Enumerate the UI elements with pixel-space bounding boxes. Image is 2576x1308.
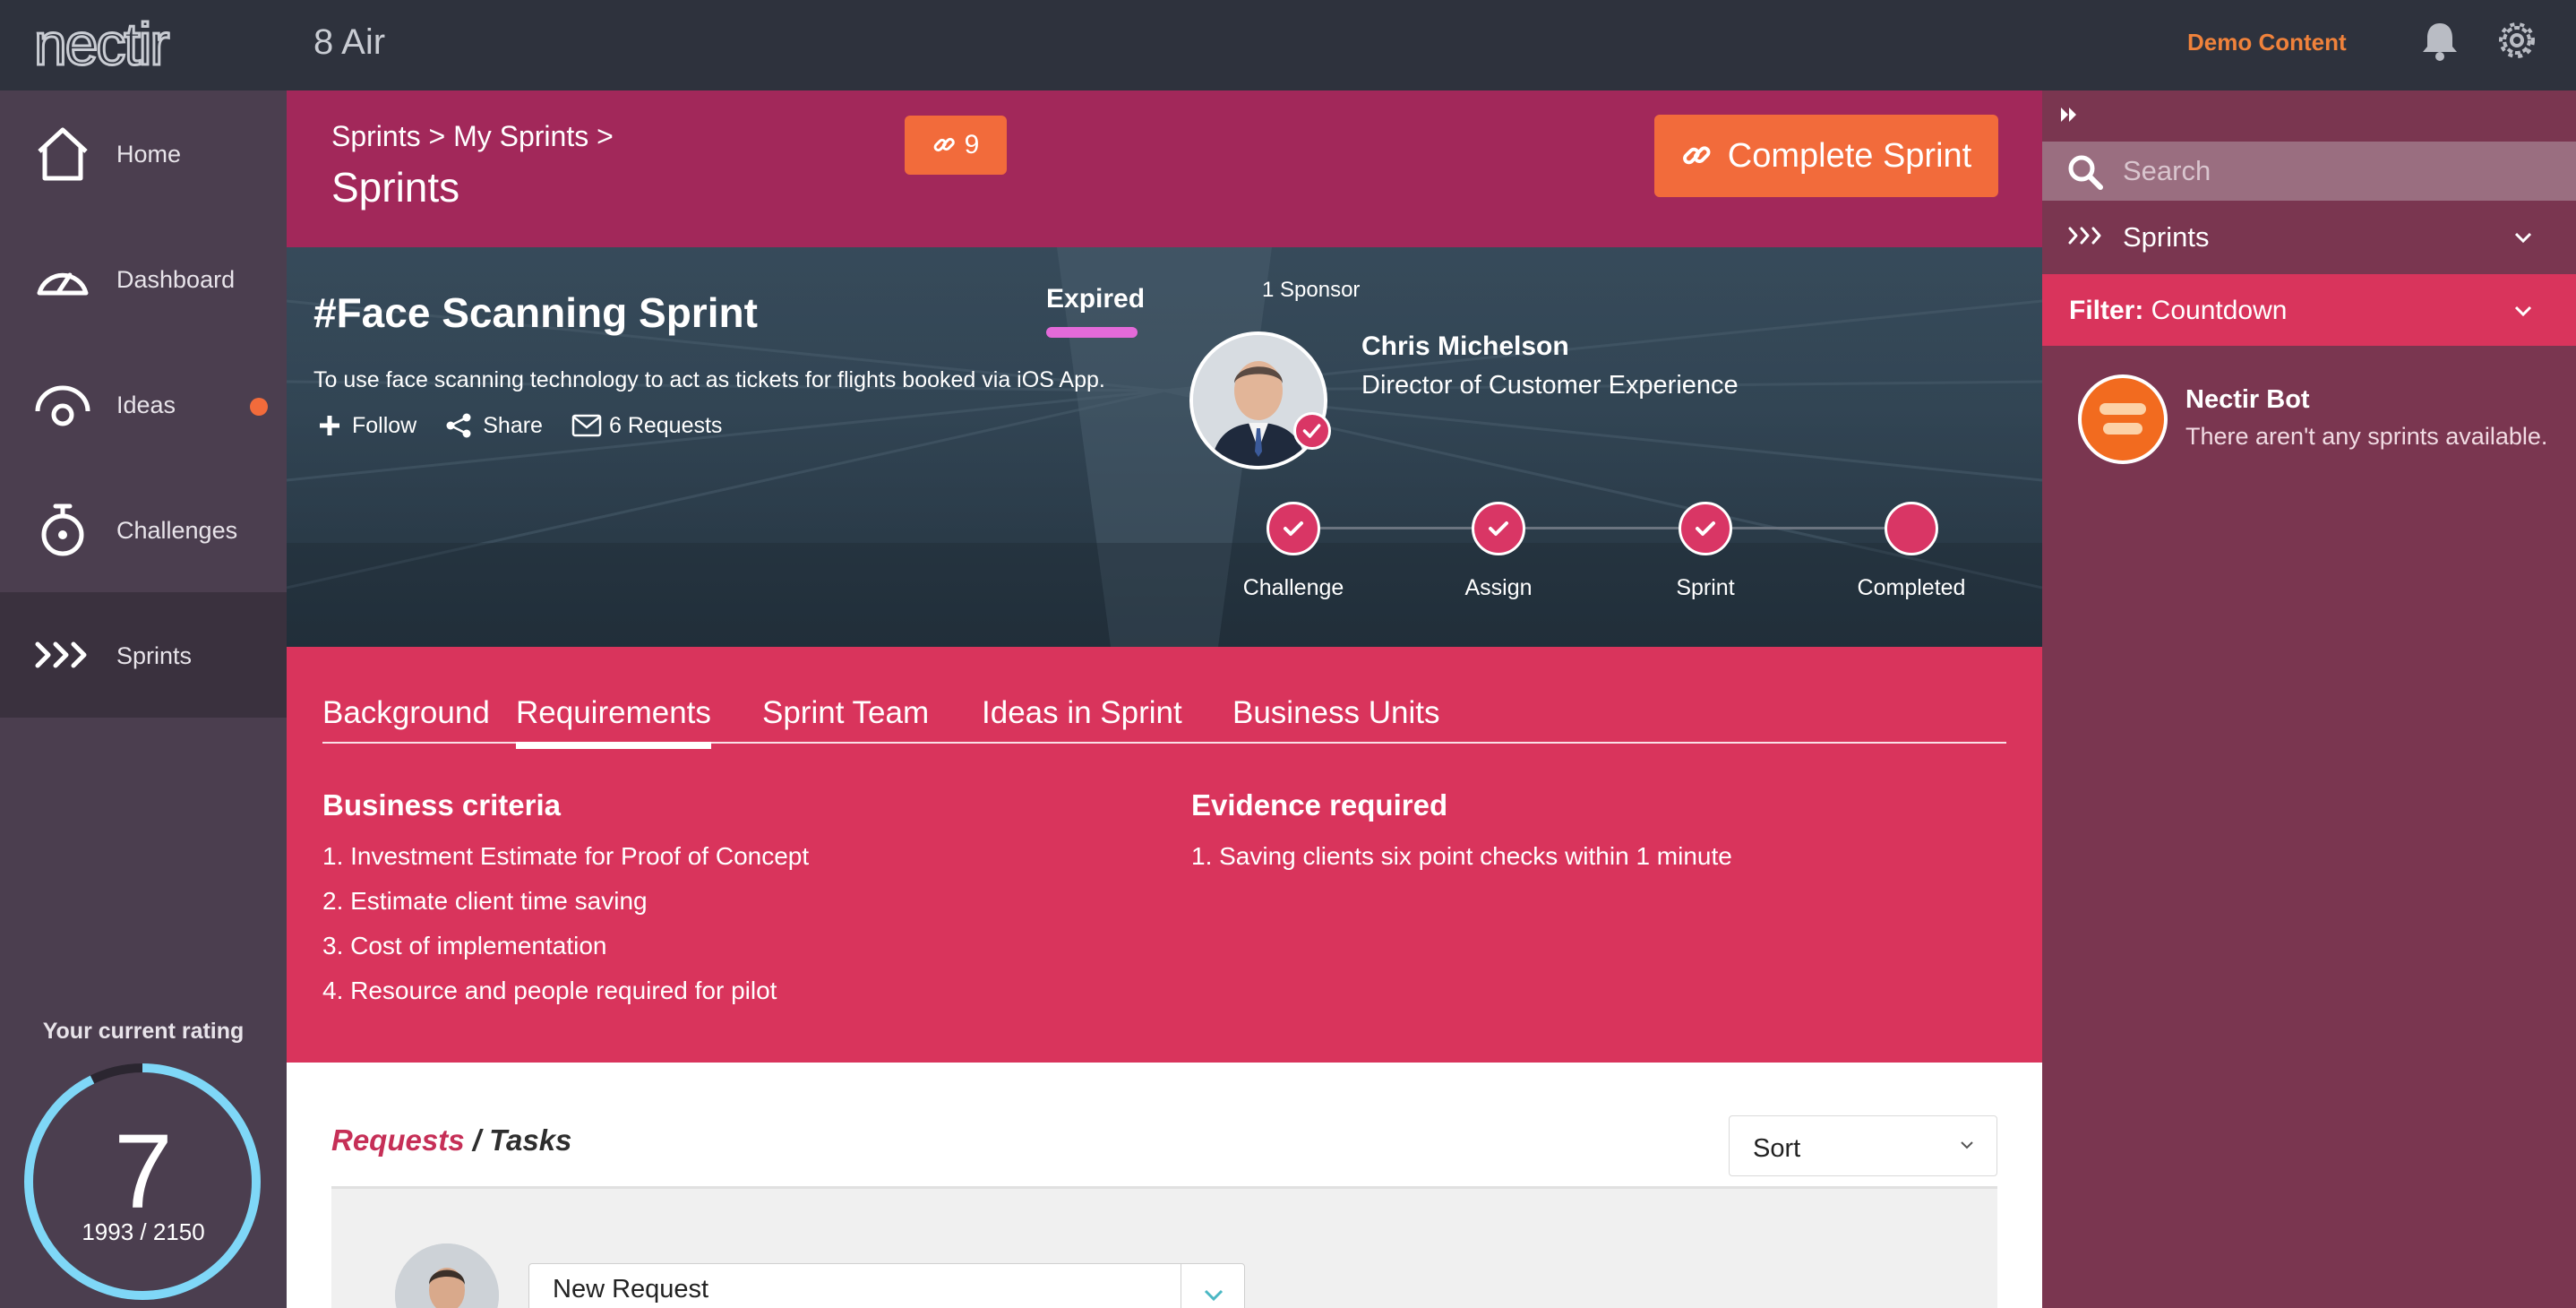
sprint-actions: Follow Share 6 Requests: [318, 412, 751, 439]
status-badge: Expired: [1046, 284, 1146, 314]
requests-tasks-title: Requests / Tasks: [331, 1123, 571, 1157]
filter-value: Countdown: [2143, 296, 2288, 325]
rating-label: Your current rating: [42, 1019, 245, 1044]
nav-label: Challenges: [116, 517, 238, 544]
nav-item-sprints[interactable]: Sprints: [0, 592, 287, 718]
links-count: 9: [964, 130, 980, 159]
rating-points: 1993 / 2150: [82, 1218, 205, 1245]
share-button[interactable]: Share: [445, 412, 543, 439]
sponsor-name[interactable]: Chris Michelson: [1361, 331, 1569, 362]
business-criteria-item: 3. Cost of implementation: [322, 932, 607, 959]
right-panel: [2042, 90, 2576, 1308]
envelope-icon: [571, 414, 602, 437]
step-sprint-circle: [1679, 502, 1732, 555]
evidence-required-title: Evidence required: [1191, 788, 1448, 822]
step-label: Assign: [1464, 575, 1533, 600]
share-label: Share: [483, 412, 543, 438]
home-icon: [38, 127, 88, 181]
sprints-icon: [35, 641, 87, 668]
bell-icon[interactable]: [2418, 18, 2461, 63]
filter-label: Filter: Countdown: [2069, 296, 2287, 326]
nav-item-dashboard[interactable]: Dashboard: [0, 216, 287, 341]
sprints-section-label: Sprints: [2123, 221, 2210, 253]
tab-business-units[interactable]: Business Units: [1232, 695, 1439, 744]
complete-sprint-label: Complete Sprint: [1727, 136, 1972, 175]
chevron-down-icon: [1961, 1141, 1973, 1149]
breadcrumb[interactable]: Sprints > My Sprints >: [331, 120, 614, 153]
nectir-logo[interactable]: nectir: [34, 13, 195, 77]
sprint-title: #Face Scanning Sprint: [313, 289, 758, 336]
check-icon: [1284, 521, 1303, 536]
nav-item-ideas[interactable]: Ideas: [0, 341, 287, 467]
step-label: Sprint: [1676, 575, 1735, 600]
tab-sprint-team[interactable]: Sprint Team: [762, 695, 929, 744]
sprint-tabs: Background Requirements Sprint Team Idea…: [322, 695, 2006, 749]
step-label: Completed: [1857, 575, 1966, 600]
business-criteria-title: Business criteria: [322, 788, 561, 822]
top-bar: nectir 8 Air Demo Content: [0, 0, 2576, 90]
page-title: Sprints: [331, 164, 460, 211]
rating-value: 7: [114, 1113, 173, 1231]
chevron-down-icon[interactable]: [2513, 305, 2533, 319]
search-icon: [2068, 155, 2103, 190]
status-bar: [1046, 327, 1138, 338]
requests-label: 6 Requests: [608, 412, 723, 438]
nav-label: Sprints: [116, 642, 193, 669]
tab-requirements[interactable]: Requirements: [516, 695, 711, 749]
sprints-icon: [2068, 227, 2101, 245]
business-criteria-item: 1. Investment Estimate for Proof of Conc…: [322, 842, 810, 870]
stopwatch-icon: [41, 503, 84, 556]
link-icon: [933, 137, 955, 152]
step-label: Challenge: [1242, 575, 1344, 600]
requests-button[interactable]: 6 Requests: [571, 413, 722, 439]
requests-title[interactable]: Requests: [331, 1123, 465, 1157]
nav-label: Home: [116, 141, 182, 168]
svg-text:nectir: nectir: [34, 13, 168, 77]
plus-icon: [320, 416, 339, 435]
sponsor-role: Director of Customer Experience: [1361, 371, 1739, 400]
sort-dropdown[interactable]: Sort: [1729, 1115, 1997, 1176]
notification-dot: [250, 398, 268, 416]
gauge-icon: [37, 272, 89, 296]
link-icon: [1682, 146, 1711, 165]
tasks-title[interactable]: / Tasks: [465, 1123, 572, 1157]
nav-label: Ideas: [116, 392, 176, 418]
check-icon: [1489, 521, 1508, 536]
nectir-bot-avatar: [2078, 374, 2168, 464]
share-icon: [446, 413, 471, 438]
verified-check-icon: [1293, 412, 1331, 450]
step-completed-circle: [1885, 502, 1938, 555]
gear-icon[interactable]: [2495, 18, 2538, 63]
chevron-down-icon[interactable]: [1200, 1286, 1227, 1304]
company-name: 8 Air: [313, 22, 386, 62]
bot-message: There aren't any sprints available.: [2185, 423, 2548, 450]
new-request-select[interactable]: New Request: [528, 1263, 1245, 1308]
nav-label: Dashboard: [116, 266, 236, 293]
step-assign-circle: [1472, 502, 1525, 555]
nav-item-challenges[interactable]: Challenges: [0, 467, 287, 592]
tab-background[interactable]: Background: [322, 695, 490, 744]
complete-sprint-button[interactable]: Complete Sprint: [1654, 115, 1998, 197]
links-badge[interactable]: 9: [905, 116, 1007, 175]
business-criteria-item: 2. Estimate client time saving: [322, 887, 648, 915]
sponsor-count: 1 Sponsor: [1262, 278, 1361, 302]
check-icon: [1696, 521, 1715, 536]
chevron-down-icon[interactable]: [2513, 231, 2533, 245]
idea-icon: [35, 385, 90, 426]
filter-prefix: Filter:: [2069, 296, 2144, 325]
demo-content-link[interactable]: Demo Content: [2187, 29, 2347, 56]
follow-button[interactable]: Follow: [318, 413, 416, 439]
step-challenge-circle: [1267, 502, 1320, 555]
business-criteria-item: 4. Resource and people required for pilo…: [322, 977, 777, 1004]
follow-label: Follow: [352, 412, 417, 438]
bot-name: Nectir Bot: [2185, 385, 2310, 414]
double-chevron-right-icon[interactable]: [2058, 104, 2080, 125]
search-input[interactable]: [2123, 151, 2553, 192]
nav-item-home[interactable]: Home: [0, 90, 287, 216]
evidence-item: 1. Saving clients six point checks withi…: [1191, 842, 1732, 870]
progress-track: [1293, 527, 1911, 529]
tab-ideas-in-sprint[interactable]: Ideas in Sprint: [982, 695, 1182, 744]
sprint-description: To use face scanning technology to act a…: [313, 367, 1105, 392]
